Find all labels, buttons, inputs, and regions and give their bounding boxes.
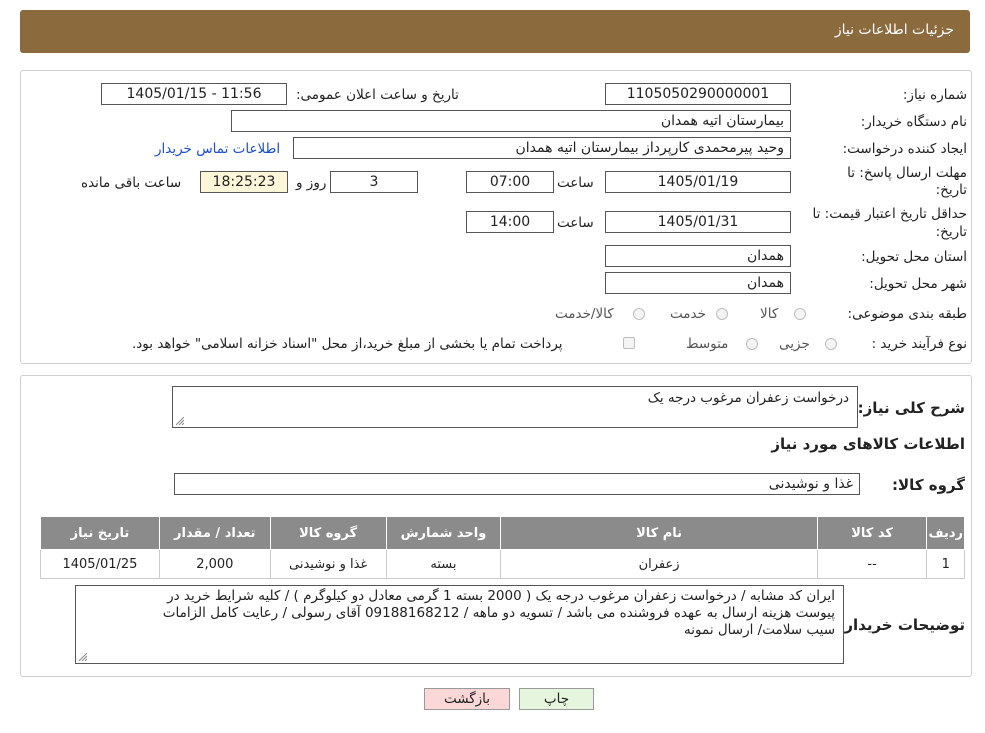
buyer-org-field: بیمارستان اتیه همدان [231,110,791,132]
deadline-time-label: ساعت [557,175,594,191]
deadline-date-field: 1405/01/19 [605,171,791,193]
cell-item-name: زعفران [500,549,818,579]
days-label: روز و [296,175,327,191]
category-label: طبقه بندی موضوعی: [847,306,967,322]
buyer-notes-field: ایران کد مشابه / درخواست زعفران مرغوب در… [75,585,844,664]
validity-label-2: تاریخ: [935,224,967,240]
print-button[interactable]: چاپ [519,688,594,710]
table-row: 1 -- زعفران بسته غذا و نوشیدنی 2,000 140… [40,549,965,579]
col-header-group: گروه کالا [269,516,387,550]
remaining-time-field: 18:25:23 [200,171,288,193]
city-field: همدان [605,272,791,294]
cell-item-code: -- [816,549,928,579]
goods-group-field: غذا و نوشیدنی [174,473,860,495]
creator-label: ایجاد کننده درخواست: [842,141,967,157]
buyer-org-label: نام دستگاه خریدار: [860,114,967,130]
back-button[interactable]: بازگشت [424,688,510,710]
announce-datetime-field: 1405/01/15 - 11:56 [101,83,287,105]
buyer-notes-line-1: ایران کد مشابه / درخواست زعفران مرغوب در… [167,588,835,604]
payment-checkbox[interactable] [623,337,635,349]
buyer-notes-label: توضیحات خریدار: [838,616,965,634]
resize-handle-icon[interactable] [79,653,87,661]
need-number-label: شماره نیاز: [902,87,967,103]
deadline-label-2: تاریخ: [935,182,967,198]
category-radio-service[interactable] [716,308,728,320]
province-field: همدان [605,245,791,267]
col-header-unit: واحد شمارش [385,516,502,550]
table-header-row: ردیف کد کالا نام کالا واحد شمارش گروه کا… [40,516,965,550]
goods-group-label: گروه کالا: [892,476,965,494]
col-header-quantity: تعداد / مقدار [158,516,271,550]
process-radio-minor[interactable] [825,338,837,350]
remaining-label: ساعت باقی مانده [81,175,182,191]
buyer-notes-line-2: پیوست هزینه ارسال به عهده فروشنده می باش… [162,605,835,621]
process-option-medium: متوسط [686,336,729,352]
description-field: درخواست زعفران مرغوب درجه یک [172,386,858,428]
need-number-field: 1105050290000001 [605,83,791,105]
process-label: نوع فرآیند خرید : [871,336,967,352]
cell-unit: بسته [385,549,502,579]
process-option-minor: جزیی [779,336,810,352]
payment-note: پرداخت تمام یا بخشی از مبلغ خرید،از محل … [132,336,563,352]
resize-handle-icon[interactable] [176,417,184,425]
days-field: 3 [330,171,418,193]
category-option-goods: کالا [760,306,779,322]
deadline-label: مهلت ارسال پاسخ: تا [847,165,967,181]
category-option-service: خدمت [670,306,706,322]
cell-row-number: 1 [926,549,965,579]
goods-info-title: اطلاعات کالاهای مورد نیاز [771,435,965,453]
col-header-row-number: ردیف [926,516,965,550]
cell-need-date: 1405/01/25 [40,549,160,579]
description-label: شرح کلی نیاز: [857,399,965,417]
col-header-need-date: تاریخ نیاز [40,516,160,550]
buyer-notes-line-3: سیب سلامت/ ارسال نمونه [684,622,835,638]
validity-time-field: 14:00 [466,211,554,233]
items-table: ردیف کد کالا نام کالا واحد شمارش گروه کا… [40,516,965,579]
col-header-item-code: کد کالا [816,516,928,550]
process-radio-medium[interactable] [746,338,758,350]
page-header: جزئیات اطلاعات نیاز [20,10,970,53]
category-radio-goods[interactable] [794,308,806,320]
category-radio-goods-service[interactable] [633,308,645,320]
city-label: شهر محل تحویل: [869,276,967,292]
announce-label: تاریخ و ساعت اعلان عمومی: [296,87,459,103]
description-text: درخواست زعفران مرغوب درجه یک [647,390,849,406]
deadline-time-field: 07:00 [466,171,554,193]
creator-field: وحید پیرمحمدی کارپرداز بیمارستان اتیه هم… [293,137,791,159]
contact-buyer-link[interactable]: اطلاعات تماس خریدار [155,141,280,157]
validity-date-field: 1405/01/31 [605,211,791,233]
page-title: جزئیات اطلاعات نیاز [834,22,954,38]
col-header-item-name: نام کالا [500,516,818,550]
validity-label: حداقل تاریخ اعتبار قیمت: تا [812,206,967,222]
cell-group: غذا و نوشیدنی [269,549,387,579]
province-label: استان محل تحویل: [861,249,967,265]
cell-quantity: 2,000 [158,549,271,579]
validity-time-label: ساعت [557,215,594,231]
category-option-goods-service: کالا/خدمت [555,306,614,322]
